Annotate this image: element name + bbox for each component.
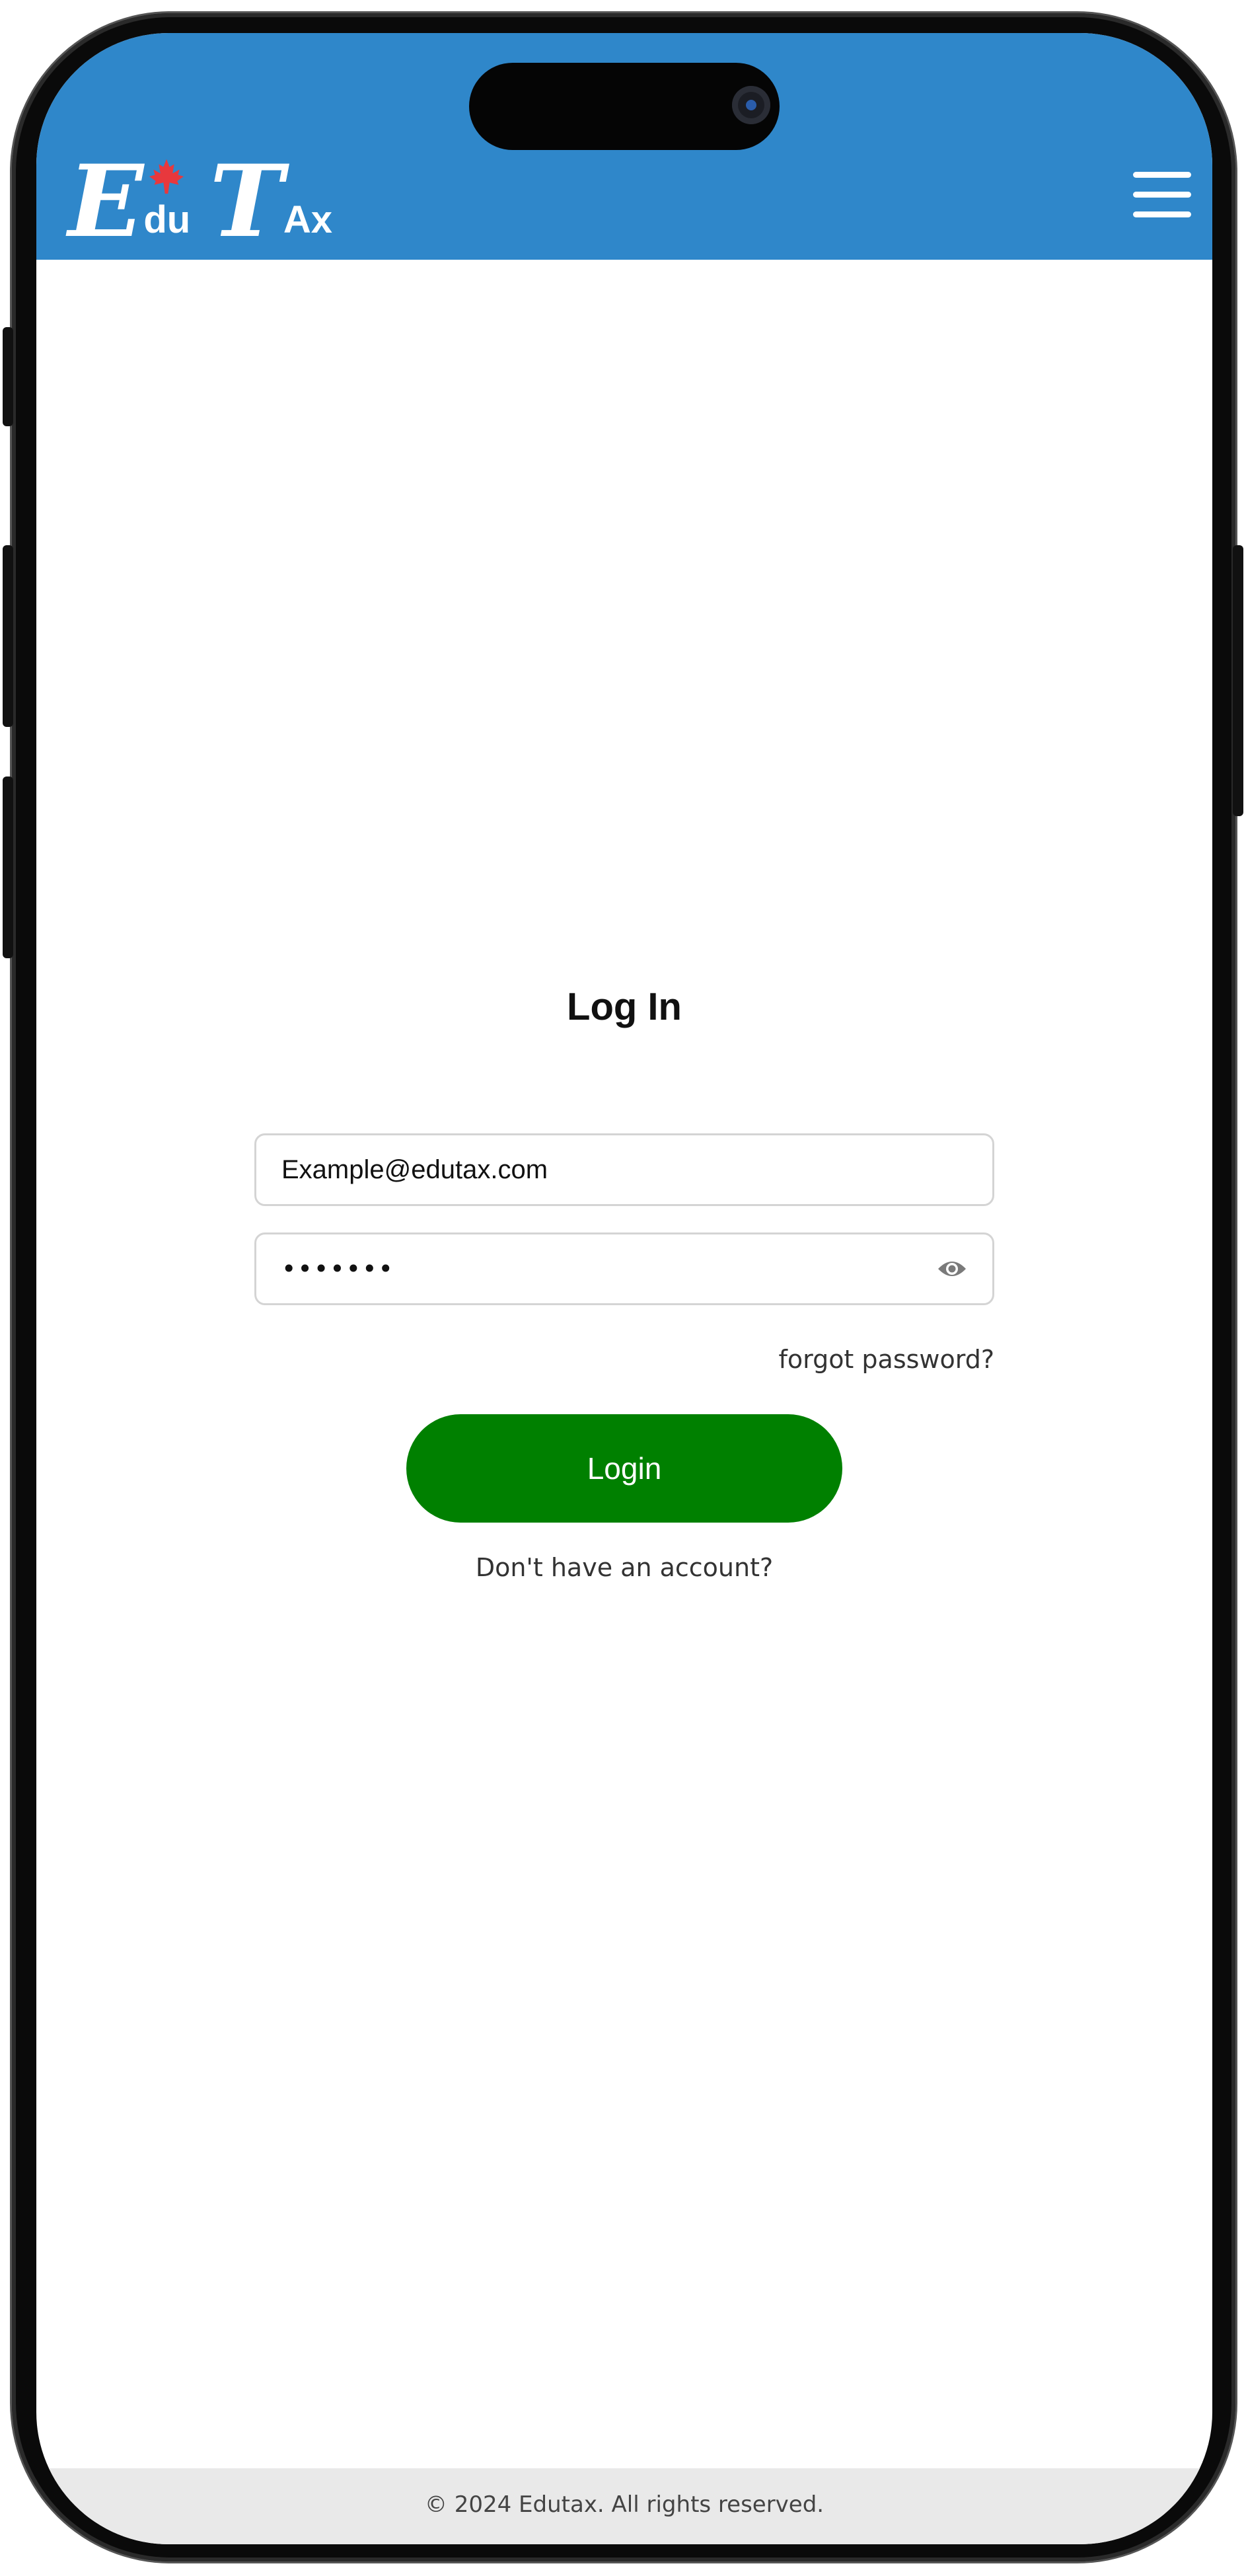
login-button[interactable]: Login xyxy=(406,1414,842,1523)
phone-volume-down-button xyxy=(3,777,13,958)
hamburger-icon xyxy=(1133,172,1191,178)
eye-icon[interactable] xyxy=(937,1256,967,1282)
hamburger-icon-middle-bar xyxy=(1133,192,1191,198)
maple-leaf-icon xyxy=(149,159,184,194)
phone-power-button xyxy=(1233,545,1243,816)
password-input[interactable]: ••••••• xyxy=(281,1254,394,1283)
signup-link[interactable]: Don't have an account? xyxy=(36,1553,1212,1582)
password-field[interactable]: ••••••• xyxy=(254,1232,994,1305)
hamburger-menu-button[interactable] xyxy=(1133,172,1191,218)
logo-text-du: du xyxy=(143,198,191,241)
copyright-text: © 2024 Edutax. All rights reserved. xyxy=(424,2491,825,2518)
page-title: Log In xyxy=(567,985,682,1028)
logo-letter-t: T xyxy=(209,143,283,260)
email-input[interactable] xyxy=(281,1135,916,1204)
phone-volume-up-button xyxy=(3,545,13,727)
footer: © 2024 Edutax. All rights reserved. xyxy=(36,2468,1212,2544)
hamburger-icon-bottom-bar xyxy=(1133,211,1191,217)
phone-action-button xyxy=(3,327,13,426)
email-field[interactable] xyxy=(254,1133,994,1206)
app-screen: Edu TAx Log In ••••••• forgot pa xyxy=(36,33,1212,2544)
forgot-password-link[interactable]: forgot password? xyxy=(730,1345,994,1374)
logo-letter-e: E xyxy=(68,143,144,260)
edutax-logo[interactable]: Edu TAx xyxy=(68,152,332,251)
logo-text-ax: Ax xyxy=(283,198,333,241)
camera-lens xyxy=(746,100,756,110)
